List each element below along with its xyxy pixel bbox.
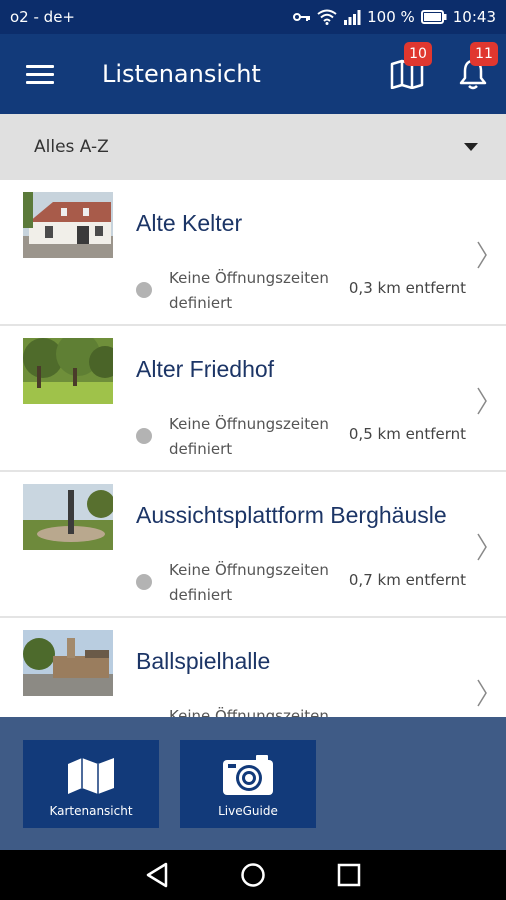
distance-text: 0,7 km entfernt (348, 571, 466, 589)
back-icon[interactable] (145, 862, 169, 888)
system-nav-bar (0, 850, 506, 900)
status-bar: o2 - de+ 100 % 10:43 (0, 0, 506, 34)
bottom-panel: Kartenansicht LiveGuide (0, 717, 506, 850)
chevron-right-icon (477, 533, 487, 561)
poi-name: Ballspielhalle (136, 648, 271, 674)
list-item[interactable]: Aussichtsplattform Berghäusle Keine Öffn… (0, 472, 506, 618)
list-item[interactable]: Alter Friedhof Keine Öffnungszeiten defi… (0, 326, 506, 472)
poi-name: Aussichtsplattform Berghäusle (136, 502, 447, 528)
poi-thumbnail (23, 630, 113, 696)
battery-icon (420, 10, 447, 24)
recents-icon[interactable] (337, 863, 361, 887)
status-dot-icon (136, 428, 152, 444)
list-item[interactable]: Ballspielhalle Keine Öffnungszeiten defi… (0, 618, 506, 717)
poi-name: Alter Friedhof (136, 356, 275, 382)
chevron-right-icon (477, 241, 487, 269)
battery-percent: 100 % (367, 8, 415, 26)
map-view-label: Kartenansicht (49, 804, 133, 818)
distance-text: 0,3 km entfernt (348, 279, 466, 297)
liveguide-button[interactable]: LiveGuide (180, 740, 316, 828)
carrier-label: o2 - de+ (10, 8, 75, 26)
status-dot-icon (136, 282, 152, 298)
poi-thumbnail (23, 484, 113, 550)
wifi-icon (317, 9, 337, 25)
distance-text: 0,5 km entfernt (348, 425, 466, 443)
opening-hours-text: Keine Öffnungszeiten definiert (169, 707, 329, 717)
page-title: Listenansicht (102, 60, 261, 88)
chevron-right-icon (477, 387, 487, 415)
poi-thumbnail (23, 192, 113, 258)
hamburger-icon (26, 60, 54, 89)
folded-map-icon (68, 758, 114, 794)
chevron-right-icon (477, 679, 487, 707)
poi-thumbnail (23, 338, 113, 404)
opening-hours-text: Keine Öffnungszeiten definiert (169, 269, 329, 312)
map-view-button[interactable]: Kartenansicht (23, 740, 159, 828)
notification-badge: 11 (470, 42, 498, 66)
dropdown-caret-icon (464, 143, 478, 151)
app-bar: Listenansicht 10 11 (0, 34, 506, 114)
map-badge: 10 (404, 42, 432, 66)
signal-icon (343, 9, 361, 25)
sort-dropdown-value: Alles A-Z (34, 137, 109, 157)
camera-icon (223, 755, 273, 795)
poi-name: Alte Kelter (136, 210, 243, 236)
liveguide-label: LiveGuide (218, 804, 278, 818)
sort-dropdown[interactable]: Alles A-Z (0, 114, 506, 180)
home-icon[interactable] (240, 862, 266, 888)
opening-hours-text: Keine Öffnungszeiten definiert (169, 561, 329, 604)
list-item[interactable]: Alte Kelter Keine Öffnungszeiten definie… (0, 180, 506, 326)
key-icon (293, 11, 311, 23)
opening-hours-text: Keine Öffnungszeiten definiert (169, 415, 329, 458)
notifications-button[interactable]: 11 (440, 34, 506, 114)
menu-button[interactable] (0, 34, 80, 114)
poi-list: Alte Kelter Keine Öffnungszeiten definie… (0, 180, 506, 717)
clock: 10:43 (452, 8, 496, 26)
map-list-button[interactable]: 10 (374, 34, 440, 114)
status-dot-icon (136, 574, 152, 590)
